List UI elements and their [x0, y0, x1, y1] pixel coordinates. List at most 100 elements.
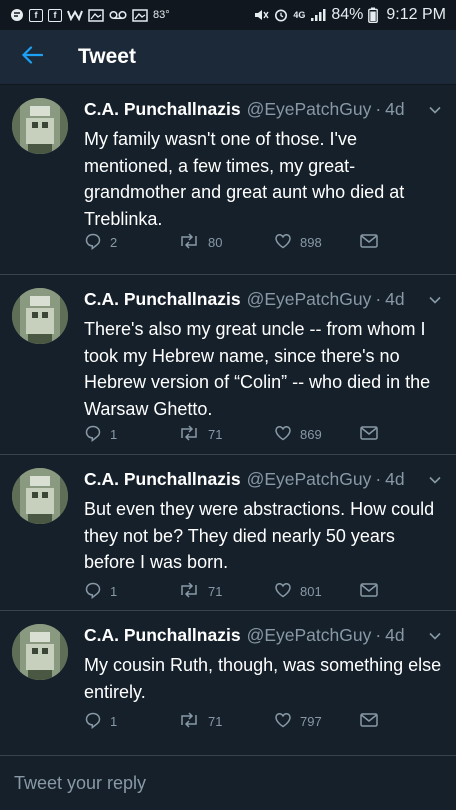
reply-count: 1	[110, 426, 118, 442]
like-button[interactable]: 797	[274, 712, 360, 731]
share-button[interactable]	[360, 582, 378, 600]
share-button[interactable]	[360, 233, 378, 251]
tweet-menu-button[interactable]	[428, 289, 442, 310]
tweet[interactable]: C.A. Punchallnazis @EyePatchGuy · 4d My …	[0, 86, 456, 275]
battery-icon	[368, 7, 379, 23]
author-name[interactable]: C.A. Punchallnazis	[84, 469, 241, 490]
reply-button[interactable]: 2	[84, 232, 178, 253]
avatar[interactable]	[12, 288, 68, 344]
tweet-header: C.A. Punchallnazis @EyePatchGuy · 4d	[84, 99, 442, 120]
reply-button[interactable]: 1	[84, 581, 178, 602]
author-handle[interactable]: @EyePatchGuy	[247, 289, 372, 310]
reply-icon	[84, 711, 102, 732]
separator-dot: ·	[375, 99, 382, 119]
tweet-text: But even they were abstractions. How cou…	[84, 499, 435, 572]
author-name[interactable]: C.A. Punchallnazis	[84, 625, 241, 646]
reply-button[interactable]: 1	[84, 711, 178, 732]
reply-icon	[84, 581, 102, 602]
tweet-timestamp: 4d	[385, 99, 405, 119]
author-name[interactable]: C.A. Punchallnazis	[84, 289, 241, 310]
heart-icon	[274, 425, 292, 444]
author-handle[interactable]: @EyePatchGuy	[247, 469, 372, 490]
share-button[interactable]	[360, 425, 378, 443]
heart-icon	[274, 582, 292, 601]
like-count: 797	[300, 713, 322, 729]
like-count: 801	[300, 583, 322, 599]
retweet-button[interactable]: 80	[178, 232, 274, 252]
status-bar: f f 83° 4G 84% 9:12 PM	[0, 0, 456, 30]
tweet[interactable]: C.A. Punchallnazis @EyePatchGuy · 4d The…	[0, 276, 456, 455]
tweet-actions: 1 71 797	[84, 709, 442, 733]
avatar[interactable]	[12, 624, 68, 680]
retweet-count: 71	[208, 426, 223, 442]
retweet-button[interactable]: 71	[178, 424, 274, 444]
retweet-count: 80	[208, 234, 223, 250]
reply-count: 1	[110, 583, 118, 599]
tweet-timestamp: 4d	[385, 625, 405, 645]
facebook-icon: f	[29, 8, 43, 22]
retweet-button[interactable]: 71	[178, 711, 274, 731]
retweet-icon	[178, 711, 200, 731]
notification-icon	[10, 8, 24, 22]
network-type: 4G	[293, 10, 306, 20]
tweet-text: There's also my great uncle -- from whom…	[84, 319, 431, 419]
temperature-text: 83°	[153, 9, 170, 21]
gallery-icon	[132, 8, 148, 22]
avatar[interactable]	[12, 468, 68, 524]
like-count: 869	[300, 426, 322, 442]
alarm-icon	[274, 8, 288, 22]
like-button[interactable]: 801	[274, 582, 360, 601]
reply-composer[interactable]: Tweet your reply	[0, 755, 456, 810]
author-handle[interactable]: @EyePatchGuy	[247, 625, 372, 646]
back-button[interactable]	[0, 30, 64, 85]
reply-count: 1	[110, 713, 118, 729]
like-count: 898	[300, 234, 322, 250]
tweet-text: My family wasn't one of those. I've ment…	[84, 129, 405, 229]
retweet-icon	[178, 581, 200, 601]
tweet-header: C.A. Punchallnazis @EyePatchGuy · 4d	[84, 469, 442, 490]
clock-time: 9:12 PM	[386, 6, 446, 23]
chevron-down-icon	[428, 99, 442, 120]
signal-icon	[310, 8, 326, 22]
back-arrow-icon	[21, 45, 44, 69]
share-button[interactable]	[360, 712, 378, 730]
reply-button[interactable]: 1	[84, 424, 178, 445]
author-handle[interactable]: @EyePatchGuy	[247, 99, 372, 120]
separator-dot: ·	[375, 469, 382, 489]
avatar[interactable]	[12, 98, 68, 154]
reply-input[interactable]: Tweet your reply	[14, 773, 146, 794]
tweet-actions: 1 71 801	[84, 579, 442, 603]
tweet[interactable]: C.A. Punchallnazis @EyePatchGuy · 4d But…	[0, 456, 456, 611]
facebook-icon: f	[48, 8, 62, 22]
mail-icon	[360, 425, 378, 443]
reply-icon	[84, 232, 102, 253]
reply-count: 2	[110, 234, 118, 250]
tweet-actions: 1 71 869	[84, 422, 442, 446]
mute-icon	[253, 8, 269, 22]
like-button[interactable]: 898	[274, 233, 360, 252]
tweet-text: My cousin Ruth, though, was something el…	[84, 655, 442, 702]
tweet-header: C.A. Punchallnazis @EyePatchGuy · 4d	[84, 289, 442, 310]
tweet-timestamp: 4d	[385, 469, 405, 489]
page-title: Tweet	[78, 45, 136, 68]
separator-dot: ·	[375, 289, 382, 309]
chevron-down-icon	[428, 289, 442, 310]
reply-icon	[84, 424, 102, 445]
retweet-icon	[178, 424, 200, 444]
like-button[interactable]: 869	[274, 425, 360, 444]
author-name[interactable]: C.A. Punchallnazis	[84, 99, 241, 120]
mail-icon	[360, 582, 378, 600]
status-left-icons: f f 83°	[10, 8, 170, 22]
tweet-menu-button[interactable]	[428, 469, 442, 490]
status-right-icons: 4G 84% 9:12 PM	[253, 6, 446, 24]
chevron-down-icon	[428, 469, 442, 490]
tweet[interactable]: C.A. Punchallnazis @EyePatchGuy · 4d My …	[0, 612, 456, 755]
heart-icon	[274, 712, 292, 731]
mail-icon	[360, 712, 378, 730]
tweet-menu-button[interactable]	[428, 625, 442, 646]
retweet-count: 71	[208, 713, 223, 729]
wattpad-icon	[67, 9, 83, 21]
retweet-button[interactable]: 71	[178, 581, 274, 601]
separator-dot: ·	[375, 625, 382, 645]
tweet-menu-button[interactable]	[428, 99, 442, 120]
